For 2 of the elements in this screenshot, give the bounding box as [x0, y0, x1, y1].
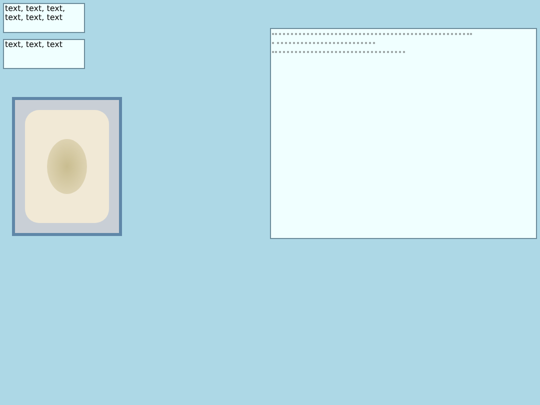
text-area[interactable]: text, text, text, text, text, text: [3, 3, 85, 33]
text-area[interactable]: text, text, text: [3, 39, 85, 69]
